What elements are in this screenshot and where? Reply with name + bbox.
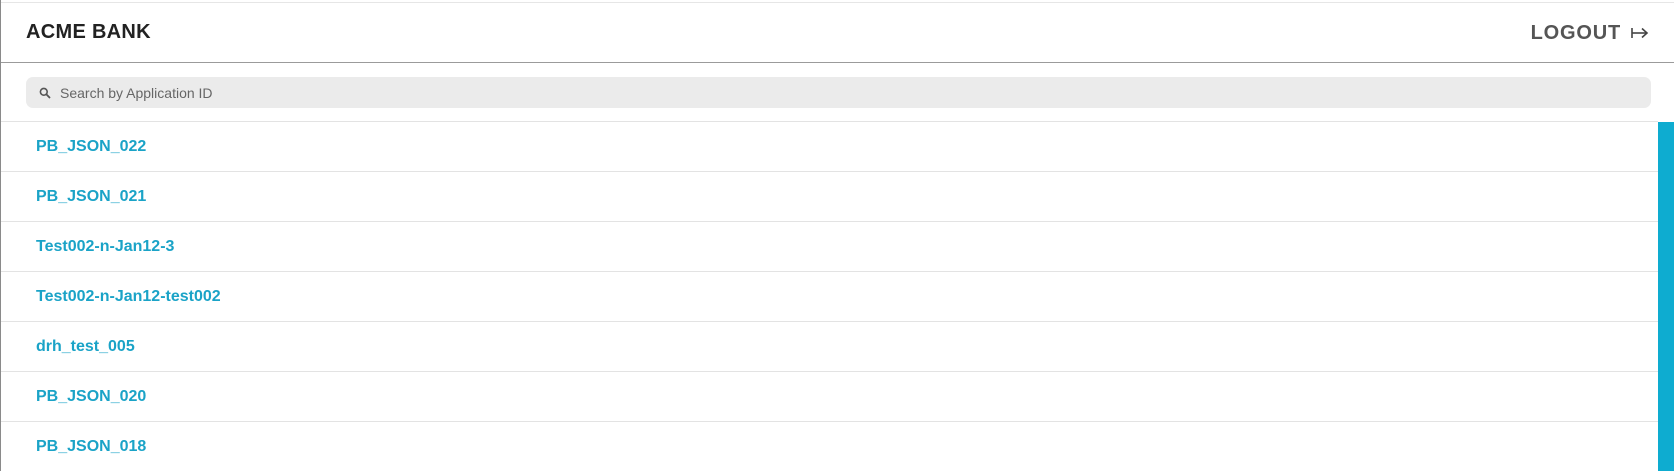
list-item[interactable]: drh_test_005 xyxy=(1,322,1658,372)
list-item[interactable]: PB_JSON_022 xyxy=(1,122,1658,172)
brand-title: ACME BANK xyxy=(26,21,151,43)
logout-arrow-icon-svg xyxy=(1631,27,1649,38)
scrollbar-thumb[interactable] xyxy=(1658,122,1674,471)
application-id-link[interactable]: Test002-n-Jan12-test002 xyxy=(36,288,221,306)
search-input[interactable] xyxy=(60,78,1620,107)
list-item[interactable]: Test002-n-Jan12-test002 xyxy=(1,272,1658,322)
logout-label: LOGOUT xyxy=(1530,22,1621,44)
list-item[interactable]: PB_JSON_020 xyxy=(1,372,1658,422)
list-item[interactable]: PB_JSON_021 xyxy=(1,172,1658,222)
application-id-link[interactable]: PB_JSON_020 xyxy=(36,388,146,406)
logout-button[interactable]: LOGOUT xyxy=(1531,22,1649,45)
application-list: PB_JSON_022 PB_JSON_021 Test002-n-Jan12-3 T… xyxy=(1,121,1658,471)
search-bar[interactable] xyxy=(26,77,1651,108)
application-id-link[interactable]: PB_JSON_018 xyxy=(36,438,146,456)
top-header: ACME BANK LOGOUT xyxy=(1,2,1674,63)
application-id-link[interactable]: PB_JSON_021 xyxy=(36,188,146,206)
application-id-link[interactable]: drh_test_005 xyxy=(36,338,135,356)
list-item[interactable]: PB_JSON_018 xyxy=(1,422,1658,471)
app-window: ACME BANK LOGOUT PB_JSON_022 PB_JSON_021 T… xyxy=(0,0,1674,471)
application-id-link[interactable]: PB_JSON_022 xyxy=(36,138,146,156)
application-id-link[interactable]: Test002-n-Jan12-3 xyxy=(36,238,174,256)
search-icon xyxy=(38,86,52,100)
list-item[interactable]: Test002-n-Jan12-3 xyxy=(1,222,1658,272)
logout-arrow-icon xyxy=(1631,24,1649,44)
